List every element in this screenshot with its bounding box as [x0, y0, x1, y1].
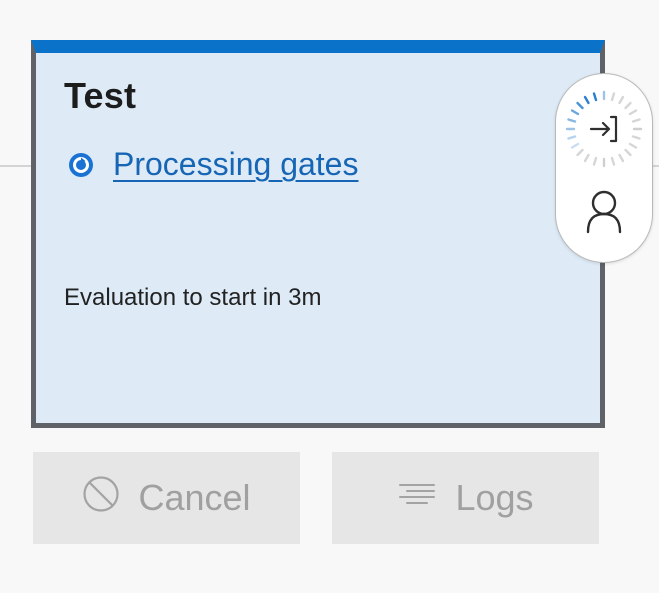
approvals-pill	[555, 73, 653, 263]
approver-button[interactable]	[556, 178, 652, 262]
processing-gates-link[interactable]: Processing gates	[113, 146, 358, 183]
stage-status: Processing gates	[68, 146, 358, 183]
cancel-button-label: Cancel	[138, 477, 251, 518]
pre-deployment-approval-button[interactable]	[556, 74, 652, 178]
person-icon	[586, 190, 622, 234]
logs-button[interactable]: Logs	[332, 452, 599, 544]
cancel-circle-icon	[82, 475, 120, 522]
processing-icon	[68, 152, 94, 178]
pipeline-connector-left	[0, 165, 32, 167]
pre-deployment-approval-icon	[565, 90, 643, 168]
evaluation-status-text: Evaluation to start in 3m	[64, 284, 322, 311]
logs-icon	[397, 477, 437, 519]
cancel-button[interactable]: Cancel	[33, 452, 300, 544]
stage-title: Test	[64, 75, 137, 116]
logs-button-label: Logs	[455, 477, 534, 518]
